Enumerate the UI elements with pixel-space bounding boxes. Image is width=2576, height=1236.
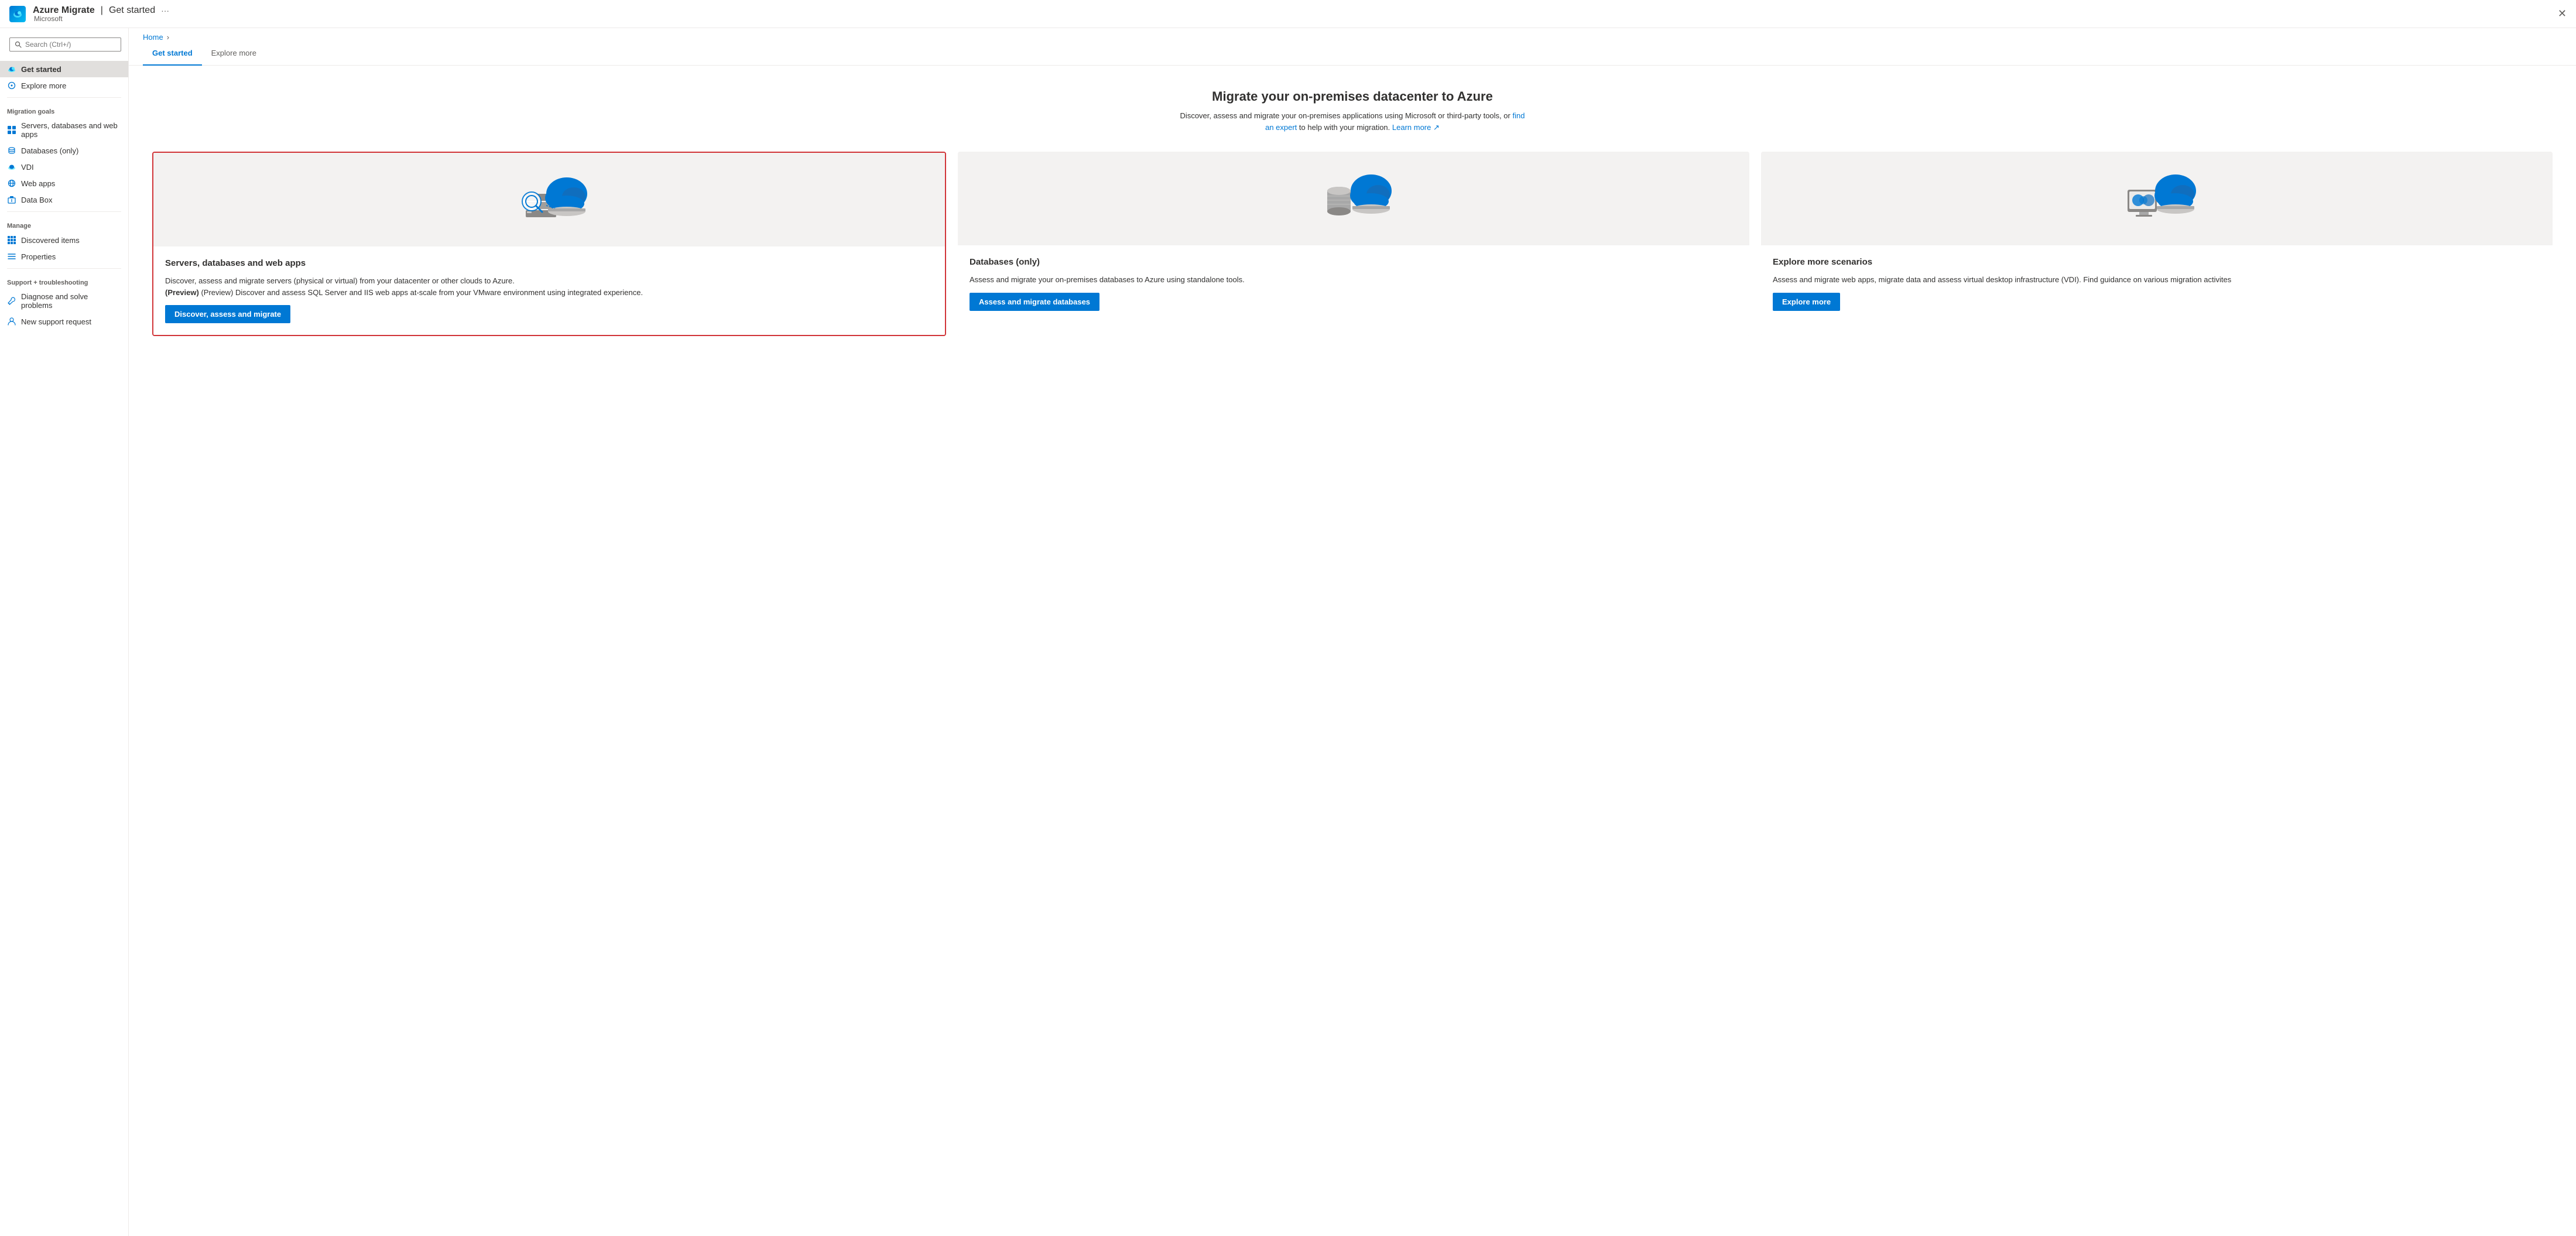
sidebar-item-get-started[interactable]: Get started — [0, 61, 128, 77]
page-hero: Migrate your on-premises datacenter to A… — [152, 89, 2553, 133]
search-icon — [15, 41, 22, 48]
sidebar-label-vdi: VDI — [21, 163, 34, 172]
db-icon — [7, 146, 16, 155]
databases-card-description: Assess and migrate your on-premises data… — [970, 274, 1738, 286]
breadcrumb-chevron: › — [167, 33, 169, 42]
sidebar-label-data-box: Data Box — [21, 196, 52, 204]
sidebar-label-properties: Properties — [21, 252, 56, 261]
explore-card-description: Assess and migrate web apps, migrate dat… — [1773, 274, 2541, 286]
sidebar-item-discovered-items[interactable]: Discovered items — [0, 232, 128, 248]
page-subtitle: Get started — [109, 5, 155, 16]
explore-scenarios-card: Explore more scenarios Assess and migrat… — [1761, 152, 2553, 336]
sidebar-divider-3 — [7, 268, 121, 269]
hero-description: Discover, assess and migrate your on-pre… — [1177, 110, 1528, 133]
sidebar-section-manage: Manage — [0, 215, 128, 232]
servers-card-desc-main: Discover, assess and migrate servers (ph… — [165, 276, 515, 285]
preview-label: Preview — [167, 288, 196, 297]
servers-card: Servers, databases and web apps Discover… — [152, 152, 946, 336]
assess-migrate-databases-btn[interactable]: Assess and migrate databases — [970, 293, 1099, 311]
sidebar-item-properties[interactable]: Properties — [0, 248, 128, 265]
tab-get-started[interactable]: Get started — [143, 42, 202, 66]
servers-card-title: Servers, databases and web apps — [165, 258, 933, 268]
sidebar-label-discovered-items: Discovered items — [21, 236, 80, 245]
sidebar-label-get-started: Get started — [21, 65, 61, 74]
sidebar-item-servers-databases-webapps[interactable]: Servers, databases and web apps — [0, 118, 128, 142]
tab-explore-more[interactable]: Explore more — [202, 42, 266, 66]
top-bar: Azure Migrate | Get started ··· Microsof… — [0, 0, 2576, 28]
external-link-icon: ↗ — [1433, 123, 1440, 132]
search-box[interactable] — [9, 37, 121, 52]
explore-card-body: Explore more scenarios Assess and migrat… — [1761, 245, 2553, 336]
breadcrumb-home[interactable]: Home — [143, 33, 163, 42]
main-content: Migrate your on-premises datacenter to A… — [129, 66, 2576, 1236]
close-button[interactable]: ✕ — [2558, 8, 2567, 20]
person-icon — [7, 317, 16, 326]
sidebar-label-support-request: New support request — [21, 317, 91, 326]
globe-icon — [7, 179, 16, 188]
sidebar-item-vdi[interactable]: VDI — [0, 159, 128, 175]
sidebar-item-new-support-request[interactable]: New support request — [0, 313, 128, 330]
sidebar: Get started Explore more Migration goals — [0, 28, 129, 1236]
title-separator: | — [101, 5, 103, 16]
sidebar-label-databases: Databases (only) — [21, 146, 78, 155]
discover-assess-migrate-btn[interactable]: Discover, assess and migrate — [165, 305, 290, 323]
explore-card-image — [1761, 152, 2553, 245]
sidebar-divider-1 — [7, 97, 121, 98]
sidebar-label-diagnose: Diagnose and solve problems — [21, 292, 121, 310]
sidebar-label-servers: Servers, databases and web apps — [21, 121, 121, 139]
sidebar-item-diagnose-solve[interactable]: Diagnose and solve problems — [0, 289, 128, 313]
compass-icon — [7, 81, 16, 90]
sidebar-item-explore-more[interactable]: Explore more — [0, 77, 128, 94]
sidebar-divider-2 — [7, 211, 121, 212]
wrench-icon — [7, 296, 16, 306]
servers-card-image — [153, 153, 945, 246]
explore-card-title: Explore more scenarios — [1773, 257, 2541, 267]
cards-row: Servers, databases and web apps Discover… — [152, 152, 2553, 336]
sidebar-item-web-apps[interactable]: Web apps — [0, 175, 128, 191]
app-logo — [9, 6, 26, 22]
content-area: Home › Get started Explore more Migrate … — [129, 28, 2576, 1236]
org-name: Microsoft — [34, 15, 169, 23]
bars-icon — [7, 252, 16, 261]
sidebar-item-databases-only[interactable]: Databases (only) — [0, 142, 128, 159]
explore-more-btn[interactable]: Explore more — [1773, 293, 1840, 311]
more-options-icon[interactable]: ··· — [161, 6, 169, 15]
hero-title: Migrate your on-premises datacenter to A… — [152, 89, 2553, 104]
grid-icon — [7, 125, 16, 135]
servers-card-description: Discover, assess and migrate servers (ph… — [165, 275, 933, 298]
search-input[interactable] — [25, 40, 116, 49]
sidebar-item-data-box[interactable]: Data Box — [0, 191, 128, 208]
tab-bar: Get started Explore more — [129, 42, 2576, 66]
app-title: Azure Migrate — [33, 5, 95, 16]
hero-desc-text: Discover, assess and migrate your on-pre… — [1180, 111, 1510, 120]
hero-link-suffix: to help with your migration. — [1299, 123, 1392, 132]
databases-card: Databases (only) Assess and migrate your… — [958, 152, 1749, 336]
box-icon — [7, 195, 16, 204]
databases-card-image — [958, 152, 1749, 245]
servers-card-body: Servers, databases and web apps Discover… — [153, 246, 945, 335]
databases-card-body: Databases (only) Assess and migrate your… — [958, 245, 1749, 336]
sidebar-label-web-apps: Web apps — [21, 179, 55, 188]
databases-card-title: Databases (only) — [970, 257, 1738, 267]
sidebar-label-explore-more: Explore more — [21, 81, 66, 90]
sidebar-section-migration-goals: Migration goals — [0, 101, 128, 118]
cloud-icon — [7, 64, 16, 74]
sidebar-section-support: Support + troubleshooting — [0, 272, 128, 289]
servers-card-desc-preview: (Preview) (Preview) Discover and assess … — [165, 288, 643, 297]
hero-learn-more-link[interactable]: Learn more ↗ — [1392, 123, 1440, 132]
cloud-small-icon — [7, 162, 16, 172]
grid2-icon — [7, 235, 16, 245]
